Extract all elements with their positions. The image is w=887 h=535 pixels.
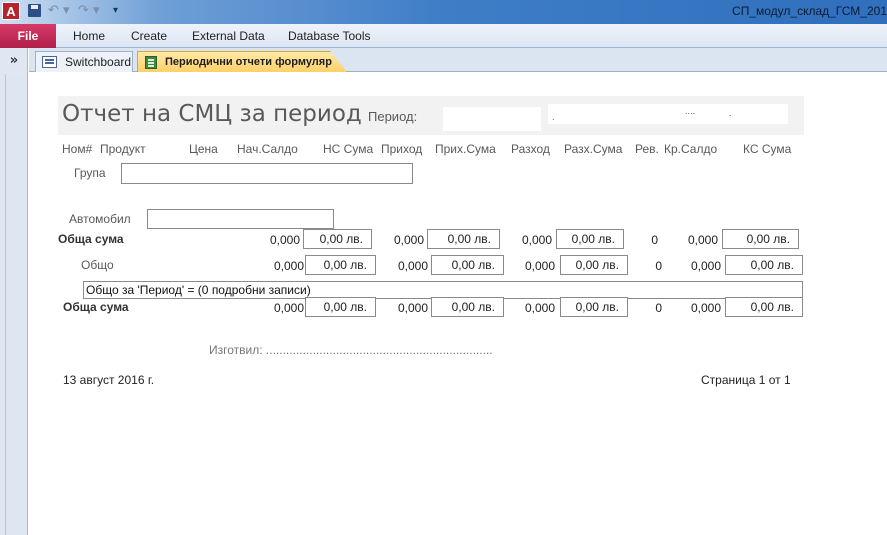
report-date: 13 август 2016 г. — [63, 373, 155, 387]
column-header-expense-sum: Разх.Сума — [564, 142, 623, 156]
income-qty-value: 0,000 — [397, 259, 428, 273]
tab-home[interactable]: Home — [73, 29, 105, 43]
document-tabs: Switchboard Периодични отчети формуляр — [29, 48, 887, 72]
navigation-pane-strip[interactable] — [5, 74, 25, 535]
period-dot: .... — [685, 107, 696, 116]
tab-label: Switchboard — [65, 55, 132, 69]
opening-sum-value: 0,00 лв. — [305, 255, 376, 275]
closing-sum-value: 0,00 лв. — [722, 229, 799, 249]
column-header-closing-sum: КС Сума — [743, 142, 792, 156]
revaluation-value: 0 — [655, 301, 662, 315]
expense-qty-value: 0,000 — [524, 259, 555, 273]
closing-sum-value: 0,00 лв. — [725, 255, 803, 275]
expense-qty-value: 0,000 — [524, 301, 555, 315]
ribbon-tabs: File Home Create External Data Database … — [0, 24, 887, 48]
tab-label: Периодични отчети формуляр — [165, 56, 332, 68]
income-sum-value: 0,00 лв. — [431, 255, 504, 275]
expense-sum-value: 0,00 лв. — [560, 297, 628, 317]
revaluation-value: 0 — [655, 259, 662, 273]
period-from-field — [443, 107, 541, 131]
expense-sum-value: 0,00 лв. — [560, 255, 628, 275]
file-tab[interactable]: File — [0, 24, 56, 48]
page-number: Страница 1 от 1 — [701, 373, 791, 387]
tab-periodic-reports-form[interactable]: Периодични отчети формуляр — [137, 51, 347, 72]
vehicle-field — [147, 209, 334, 229]
group-total-label: Общо — [81, 258, 114, 272]
income-qty-value: 0,000 — [397, 301, 428, 315]
save-icon[interactable] — [26, 3, 42, 19]
column-header-income: Приход — [381, 142, 423, 156]
column-header-opening-sum: НС Сума — [323, 142, 374, 156]
tab-database-tools[interactable]: Database Tools — [288, 29, 371, 43]
income-sum-value: 0,00 лв. — [431, 297, 504, 317]
expense-qty-value: 0,000 — [521, 233, 552, 247]
vehicle-label: Автомобил — [69, 212, 131, 226]
opening-qty-value: 0,000 — [269, 233, 300, 247]
customize-qat-icon[interactable]: ▾ — [113, 3, 125, 19]
column-header-opening-qty: Нач.Салдо — [237, 142, 298, 156]
expand-navigation-icon[interactable]: » — [0, 53, 28, 68]
period-dot: . — [729, 109, 732, 118]
closing-qty-value: 0,000 — [690, 259, 721, 273]
expense-sum-value: 0,00 лв. — [556, 229, 624, 249]
tab-create[interactable]: Create — [131, 29, 167, 43]
column-header-revaluation: Рев. — [635, 142, 659, 156]
opening-sum-value: 0,00 лв. — [303, 229, 372, 249]
closing-qty-value: 0,000 — [687, 233, 718, 247]
column-header-income-sum: Прих.Сума — [435, 142, 496, 156]
income-sum-value: 0,00 лв. — [427, 229, 500, 249]
revaluation-value: 0 — [651, 233, 658, 247]
grand-total-label: Обща сума — [63, 300, 129, 314]
opening-qty-value: 0,000 — [273, 259, 304, 273]
column-header-expense: Разход — [511, 142, 550, 156]
period-to-field: . .... . — [548, 104, 788, 124]
form-icon — [42, 56, 57, 68]
title-bar: A ↶ ▾ ↷ ▾ ▾ СП_модул_склад_ГСМ_201 — [0, 0, 887, 24]
column-header-closing-qty: Кр.Салдо — [664, 142, 718, 156]
tab-external-data[interactable]: External Data — [192, 29, 265, 43]
report-icon — [145, 56, 157, 69]
undo-icon[interactable]: ↶ ▾ — [48, 3, 72, 19]
opening-sum-value: 0,00 лв. — [305, 297, 376, 317]
column-header-price: Цена — [189, 142, 218, 156]
closing-sum-value: 0,00 лв. — [725, 297, 803, 317]
closing-qty-value: 0,000 — [690, 301, 721, 315]
redo-icon[interactable]: ↷ ▾ — [78, 3, 102, 19]
report-header: Отчет на СМЦ за период Период: . .... . — [58, 96, 804, 135]
column-header-number: Ном# — [62, 142, 93, 156]
report-view: Отчет на СМЦ за период Период: . .... . … — [33, 73, 887, 535]
column-header-product: Продукт — [100, 142, 146, 156]
window-title: СП_модул_склад_ГСМ_201 — [732, 4, 887, 18]
period-label: Период: — [368, 109, 418, 124]
navigation-pane: » — [0, 48, 28, 535]
vehicle-total-label: Обща сума — [58, 232, 124, 246]
opening-qty-value: 0,000 — [273, 301, 304, 315]
period-dot: . — [552, 113, 555, 122]
access-app-icon[interactable]: A — [2, 2, 20, 20]
report-title: Отчет на СМЦ за период — [62, 101, 362, 127]
group-label: Група — [74, 166, 106, 180]
group-field — [121, 163, 413, 184]
prepared-by-line: Изготвил: ..............................… — [209, 343, 493, 357]
tab-switchboard[interactable]: Switchboard — [35, 51, 133, 72]
income-qty-value: 0,000 — [393, 233, 424, 247]
